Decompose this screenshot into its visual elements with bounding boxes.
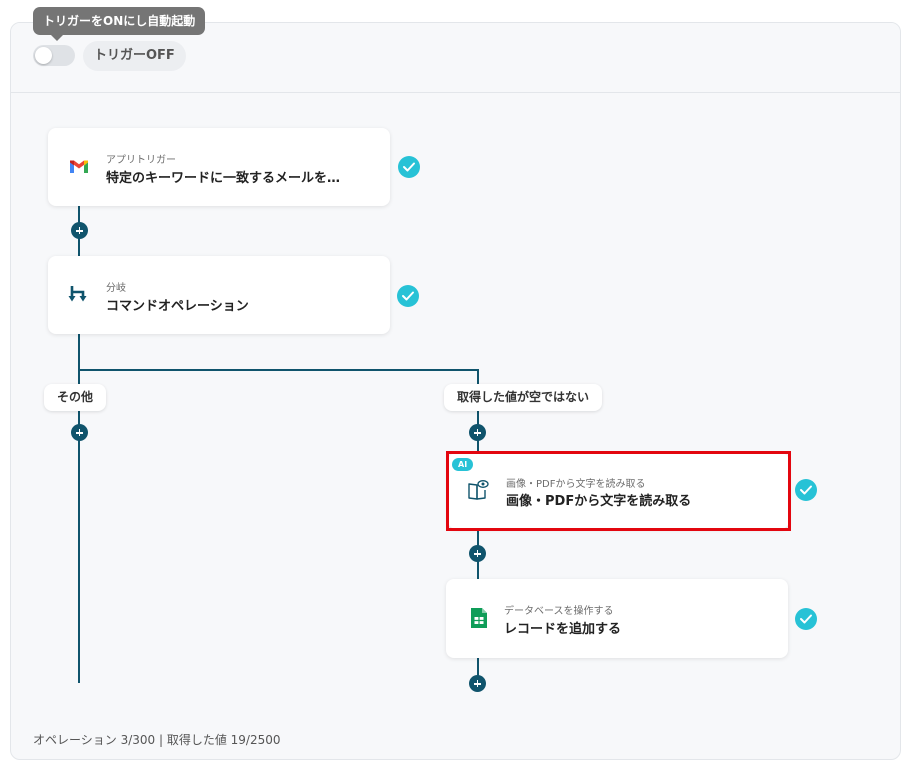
add-step-button[interactable] [469,675,486,692]
add-step-button[interactable] [71,424,88,441]
usage-footer: オペレーション 3/300 | 取得した値 19/2500 [33,733,281,747]
gmail-icon [68,156,90,178]
branch-label-other[interactable]: その他 [44,384,107,411]
sheets-card-title: レコードを追加する [504,622,622,637]
toggle-knob [35,47,52,64]
check-icon [398,156,420,178]
trigger-toggle[interactable] [33,45,75,66]
highlight-box [446,451,791,531]
sheets-card[interactable]: データベースを操作する レコードを追加する [446,579,788,658]
google-sheets-icon [470,607,488,629]
sheets-card-type: データベースを操作する [504,606,614,617]
trigger-card-title: 特定のキーワードに一致するメールを… [106,171,341,186]
check-icon [795,479,817,501]
add-step-button[interactable] [469,545,486,562]
add-step-button[interactable] [71,222,88,239]
add-step-button[interactable] [469,424,486,441]
trigger-tooltip: トリガーをONにし自動起動 [33,7,206,41]
trigger-card-type: アプリトリガー [106,155,176,166]
branch-card-title: コマンドオペレーション [106,299,249,314]
branch-card-type: 分岐 [106,283,126,294]
trigger-status-label: トリガーOFF [83,41,186,71]
connector-line [78,369,478,371]
check-icon [795,608,817,630]
check-icon [397,285,419,307]
branch-label-not-empty[interactable]: 取得した値が空ではない [444,384,603,411]
branch-icon [68,284,90,306]
branch-card[interactable]: 分岐 コマンドオペレーション [48,256,390,334]
trigger-card[interactable]: アプリトリガー 特定のキーワードに一致するメールを… [48,128,390,206]
